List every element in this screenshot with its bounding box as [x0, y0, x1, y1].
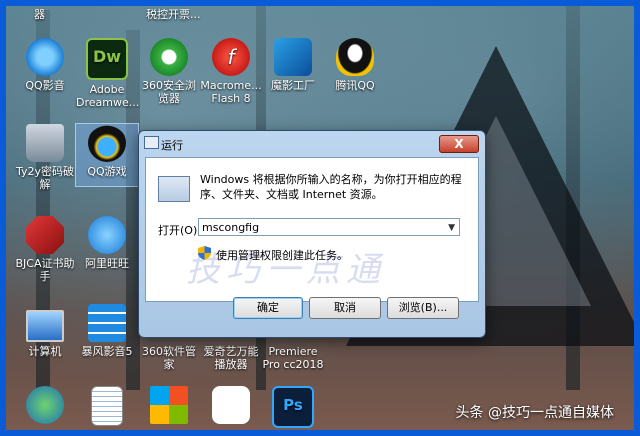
desktop-icon-flash[interactable]: f Macrome... Flash 8 — [200, 38, 262, 105]
desktop-icon-label: 360安全浏览器 — [142, 79, 196, 105]
desktop-icon-photoshop[interactable]: Ps — [262, 386, 324, 430]
bjca-icon — [26, 216, 64, 254]
aliwangwang-icon — [88, 216, 126, 254]
close-button[interactable]: X — [439, 135, 479, 153]
desktop-icon-label: 360软件管家 — [142, 345, 196, 371]
cancel-button[interactable]: 取消 — [309, 297, 381, 319]
desktop-icon-label: 腾讯QQ — [335, 79, 375, 92]
open-input[interactable]: mscongfig ▼ — [198, 218, 460, 236]
desktop-icon-label: QQ影音 — [25, 79, 65, 92]
ok-button[interactable]: 确定 — [233, 297, 303, 319]
desktop-icon-label: Macrome... Flash 8 — [200, 79, 262, 105]
desktop-icon-label: Premiere Pro cc2018 — [262, 345, 324, 371]
desktop-icon-cloud[interactable] — [200, 386, 262, 427]
desktop-icon-windows[interactable] — [138, 386, 200, 427]
run-dialog: 运行 X 技巧一点通 Windows 将根据你所输入的名称，为你打开相应的程序、… — [138, 130, 486, 338]
desktop-icon-ty2y[interactable]: Ty2y密码破解 — [14, 124, 76, 191]
dreamweaver-icon: Dw — [86, 38, 128, 80]
flash-icon: f — [212, 38, 250, 76]
network-globe-icon — [26, 386, 64, 424]
computer-icon — [26, 310, 64, 342]
desktop-icon-document[interactable] — [76, 386, 138, 429]
run-program-icon — [158, 176, 190, 202]
desktop-icon-dreamweaver[interactable]: Dw Adobe Dreamwe... — [76, 38, 140, 109]
desktop-icon-label: QQ游戏 — [87, 165, 127, 178]
desktop-icon-bjca[interactable]: BJCA证书助手 — [14, 216, 76, 283]
desktop-icon-computer[interactable]: 计算机 — [14, 304, 76, 358]
desktop-icon-label: 阿里旺旺 — [85, 257, 129, 270]
desktop-label-top: 税控开票... — [146, 8, 201, 21]
dialog-body: 技巧一点通 Windows 将根据你所输入的名称，为你打开相应的程序、文件夹、文… — [145, 157, 479, 302]
open-input-value: mscongfig — [202, 221, 260, 234]
moying-factory-icon — [274, 38, 312, 76]
lock-icon — [26, 124, 64, 162]
qq-penguin-icon — [336, 38, 374, 76]
dialog-title: 运行 — [161, 139, 183, 152]
desktop-icon-label: Adobe Dreamwe... — [76, 83, 140, 109]
360-browser-icon — [150, 38, 188, 76]
desktop-icon-label: 暴风影音5 — [81, 345, 133, 358]
qq-player-icon — [26, 38, 64, 76]
dialog-description: Windows 将根据你所输入的名称，为你打开相应的程序、文件夹、文档或 Int… — [200, 173, 462, 201]
open-label: 打开(O): — [158, 224, 201, 237]
windows-logo-icon — [150, 386, 188, 424]
browse-button[interactable]: 浏览(B)... — [387, 297, 459, 319]
qq-game-icon — [88, 124, 126, 162]
desktop-icon-qq-game[interactable]: QQ游戏 — [75, 123, 139, 187]
desktop-icon-label: BJCA证书助手 — [15, 257, 75, 283]
document-icon — [91, 386, 123, 426]
photoshop-icon: Ps — [272, 386, 314, 428]
admin-note: 使用管理权限创建此任务。 — [216, 249, 348, 262]
footer-branding: 头条 @技巧一点通自媒体 — [455, 405, 614, 421]
baofeng-icon — [88, 304, 126, 342]
desktop-icon-aliwangwang[interactable]: 阿里旺旺 — [76, 216, 138, 270]
desktop-icon-label: 爱奇艺万能播放器 — [203, 345, 259, 371]
run-window-icon — [144, 136, 159, 149]
desktop-icon-label: 计算机 — [28, 345, 62, 358]
desktop-icon-label: Ty2y密码破解 — [15, 165, 75, 191]
desktop-icon-network[interactable] — [14, 386, 76, 427]
cloud-icon — [212, 386, 250, 424]
shield-icon — [198, 246, 211, 260]
desktop: 器 税控开票... QQ影音 Dw Adobe Dreamwe... 360安全… — [6, 6, 634, 430]
chevron-down-icon[interactable]: ▼ — [448, 219, 455, 237]
desktop-icon-label: 魔影工厂 — [271, 79, 315, 92]
desktop-icon-baofeng[interactable]: 暴风影音5 — [76, 304, 138, 358]
desktop-icon-moying[interactable]: 魔影工厂 — [262, 38, 324, 92]
desktop-icon-qq-player[interactable]: QQ影音 — [14, 38, 76, 92]
desktop-label-top: 器 — [34, 8, 45, 21]
desktop-icon-qq[interactable]: 腾讯QQ — [324, 38, 386, 92]
desktop-icon-360-browser[interactable]: 360安全浏览器 — [138, 38, 200, 105]
